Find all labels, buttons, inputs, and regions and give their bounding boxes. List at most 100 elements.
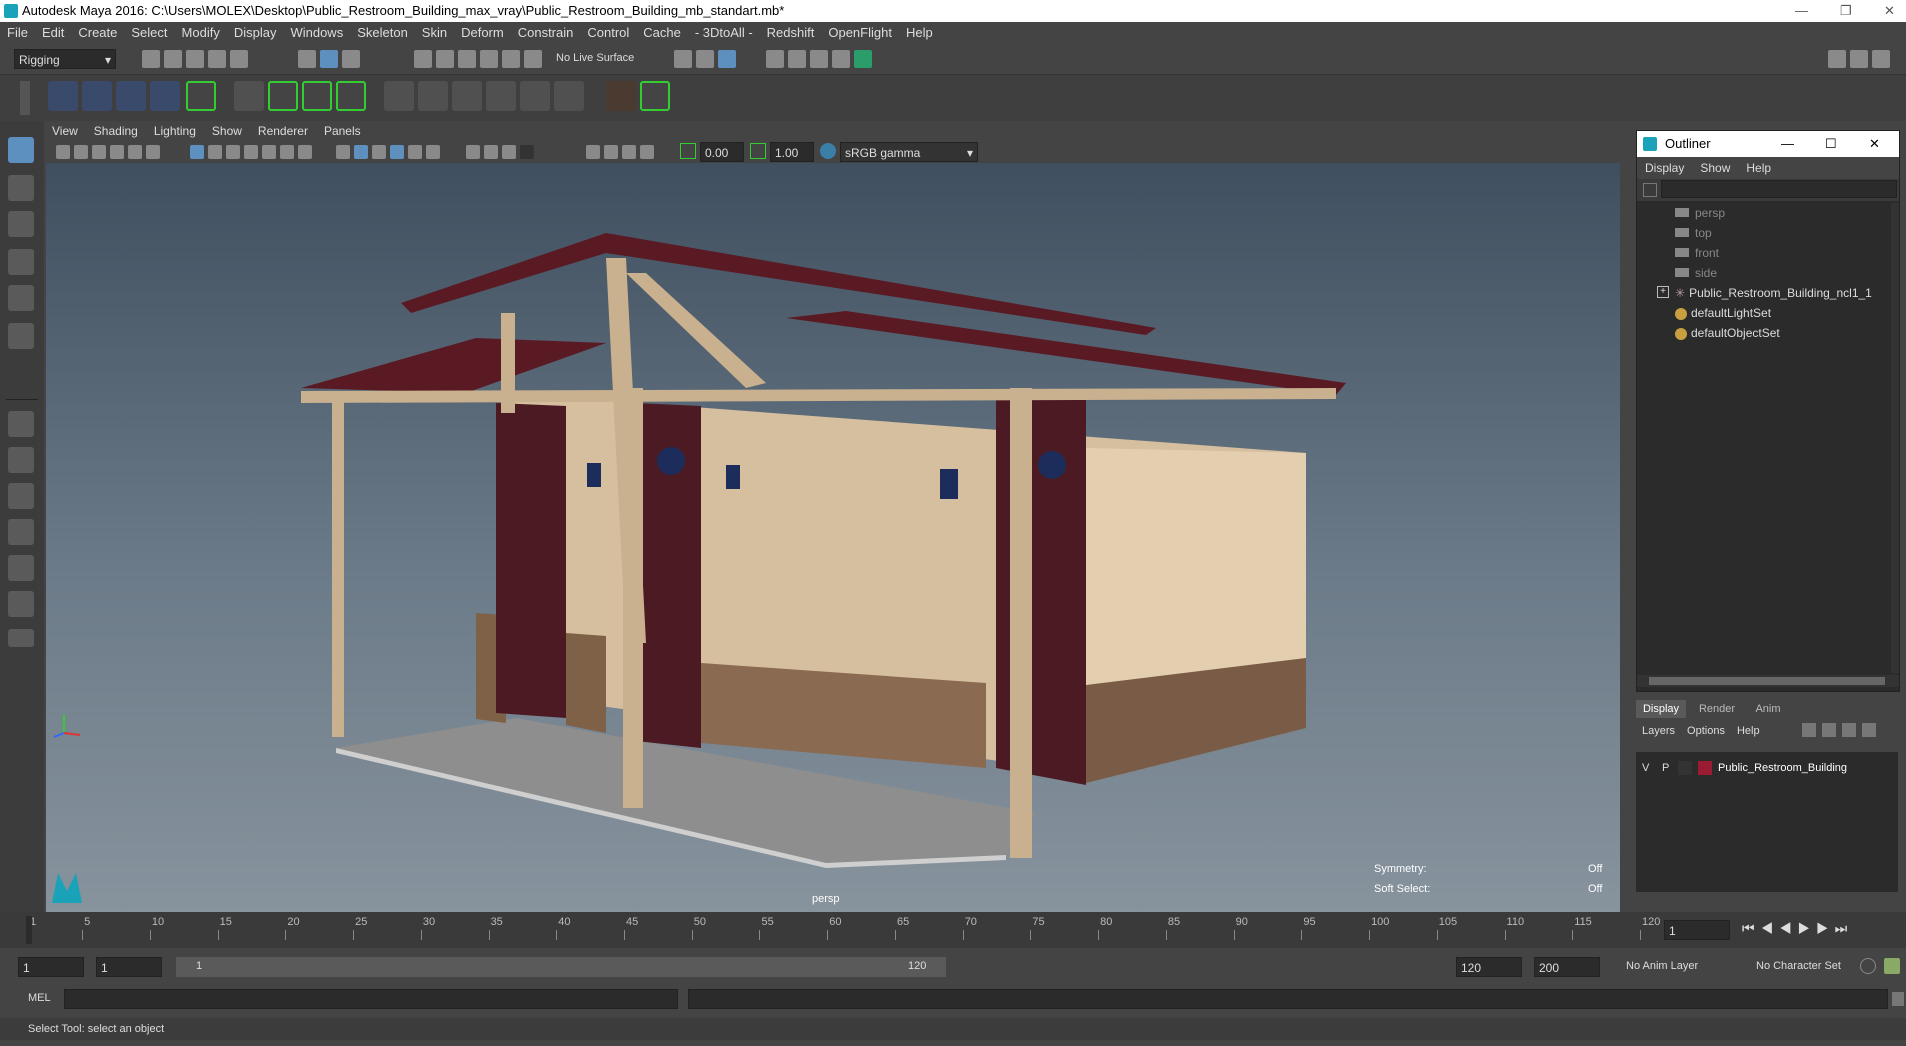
preferences-icon[interactable] [1884,958,1900,974]
four-view-icon[interactable] [8,447,34,473]
exposure-field[interactable]: 0.00 [700,142,744,162]
select-hierarchy-icon[interactable] [298,50,316,68]
outliner-item-top[interactable]: top [1675,223,1712,243]
grease-pencil-icon[interactable] [146,144,160,159]
menu-control[interactable]: Control [580,22,636,44]
outliner-menu-show[interactable]: Show [1692,161,1738,175]
minimize-icon[interactable]: — [1781,131,1794,157]
layer-playback-toggle[interactable]: P [1662,758,1669,778]
minimize-icon[interactable]: — [1795,0,1808,22]
select-object-icon[interactable] [320,50,338,68]
menu-cache[interactable]: Cache [636,22,688,44]
undo-icon[interactable] [208,50,226,68]
character-set-dropdown[interactable]: No Character Set [1756,960,1841,972]
parent-constraint-icon[interactable] [384,81,414,111]
step-back-key-icon[interactable]: ◀ [1761,920,1780,936]
menu-help[interactable]: Help [899,22,940,44]
auto-key-icon[interactable] [1860,958,1876,974]
menu-skeleton[interactable]: Skeleton [350,22,415,44]
outliner-item-persp[interactable]: persp [1675,203,1725,223]
vp-menu-renderer[interactable]: Renderer [250,121,316,141]
camera-select-icon[interactable] [56,144,70,159]
lasso-tool-icon[interactable] [8,175,34,201]
xray-active-icon[interactable] [484,144,498,159]
outliner-menu-display[interactable]: Display [1637,161,1692,175]
snap-curve-icon[interactable] [436,50,454,68]
outliner-item-front[interactable]: front [1675,243,1719,263]
maximize-icon[interactable]: ☐ [1825,131,1837,157]
attribute-editor-icon[interactable] [1828,50,1846,68]
image-plane-icon[interactable] [110,144,124,159]
cluster-icon[interactable] [234,81,264,111]
filter-icon[interactable] [1643,183,1657,197]
exposure-icon[interactable] [680,143,696,159]
film-gate-icon[interactable] [208,144,222,159]
menu-select[interactable]: Select [124,22,174,44]
scale-tool-icon[interactable] [8,323,34,349]
menu-modify[interactable]: Modify [175,22,227,44]
new-layer-icon[interactable] [1842,723,1856,737]
menu-file[interactable]: File [0,22,35,44]
current-frame-field[interactable]: 1 [1664,920,1730,940]
safe-title-icon[interactable] [298,144,312,159]
vp-menu-show[interactable]: Show [204,121,250,141]
end-frame-field[interactable]: 120 [1456,957,1522,977]
menu-create[interactable]: Create [71,22,124,44]
locator-icon[interactable] [606,81,636,111]
vp-menu-panels[interactable]: Panels [316,121,369,141]
outliner-search-input[interactable] [1661,180,1897,198]
scale-constraint-icon[interactable] [486,81,516,111]
tab-render[interactable]: Render [1692,700,1742,718]
menu-deform[interactable]: Deform [454,22,511,44]
backface-icon[interactable] [520,144,534,159]
time-slider[interactable]: 1 5 10 15 20 25 30 35 40 45 50 55 60 65 70 75 80 85 90 95 10… [0,912,1906,948]
frame-selected-icon[interactable] [622,144,636,159]
grid-icon[interactable] [190,144,204,159]
select-tool-icon[interactable] [8,137,34,163]
joint-tool-icon[interactable] [48,81,78,111]
range-bar[interactable]: 1 120 [176,957,946,977]
open-scene-icon[interactable] [164,50,182,68]
move-layer-up-icon[interactable] [1802,723,1816,737]
live-surface-label[interactable]: No Live Surface [556,52,634,64]
play-icon[interactable]: ▶ [1798,920,1817,936]
new-layer-selected-icon[interactable] [1862,723,1876,737]
frame-all-icon[interactable] [604,144,618,159]
layer-row[interactable]: V P Public_Restroom_Building [1636,758,1898,778]
snap-view-icon[interactable] [480,50,498,68]
menu-edit[interactable]: Edit [35,22,71,44]
script-editor-icon[interactable] [1892,992,1904,1006]
outliner-horizontal-scrollbar[interactable] [1637,675,1899,687]
expand-icon[interactable]: + [1657,286,1669,298]
outliner-item-side[interactable]: side [1675,263,1717,283]
ik-fk-switch-icon[interactable] [640,81,670,111]
menu-display[interactable]: Display [227,22,284,44]
xray-joints-icon[interactable] [502,144,516,159]
ik-spline-icon[interactable] [116,81,146,111]
outliner-item-group[interactable]: ✳ Public_Restroom_Building_ncl1_1 [1675,283,1872,303]
point-constraint-icon[interactable] [418,81,448,111]
anim-start-field[interactable]: 1 [96,957,162,977]
close-icon[interactable]: ✕ [1869,131,1880,157]
redo-icon[interactable] [230,50,248,68]
menu-skin[interactable]: Skin [415,22,454,44]
perspective-viewport[interactable]: persp Symmetry: Off Soft Select: Off [46,163,1620,913]
resolution-gate-icon[interactable] [226,144,240,159]
step-back-frame-icon[interactable]: ◀ [1779,920,1798,936]
bind-skin-icon[interactable] [186,81,216,111]
save-scene-icon[interactable] [186,50,204,68]
close-icon[interactable]: ✕ [1884,0,1895,22]
command-input[interactable] [64,989,678,1009]
history-icon[interactable] [674,50,692,68]
colorspace-dropdown[interactable]: sRGB gamma ▾ [840,142,978,162]
tab-anim[interactable]: Anim [1748,700,1788,718]
menu-constrain[interactable]: Constrain [511,22,581,44]
rotate-tool-icon[interactable] [8,285,34,311]
ipr-icon[interactable] [718,50,736,68]
xray-icon[interactable] [466,144,480,159]
building-model[interactable] [46,163,1620,913]
insert-joint-icon[interactable] [150,81,180,111]
hypershade-icon[interactable] [854,50,872,68]
ik-handle-icon[interactable] [82,81,112,111]
layer-visibility-toggle[interactable]: V [1642,758,1649,778]
